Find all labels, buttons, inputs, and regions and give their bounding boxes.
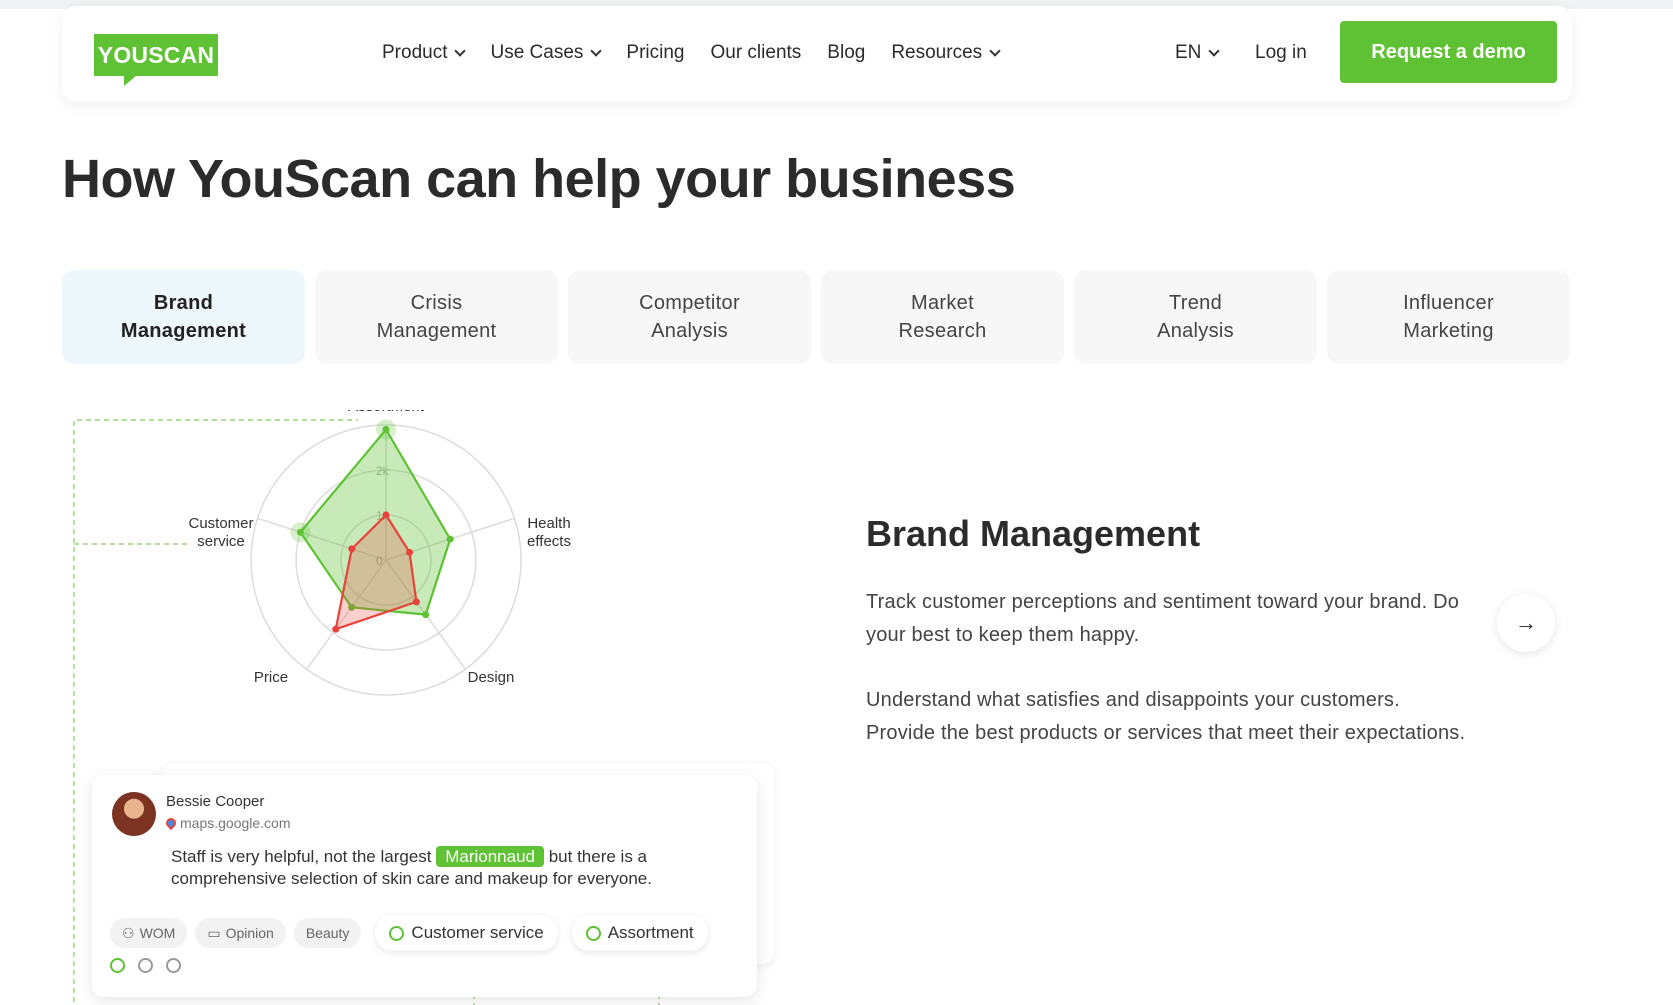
nav-resources[interactable]: Resources: [891, 42, 1001, 64]
radar-point: [296, 528, 304, 536]
tab-label-line2: Analysis: [651, 320, 728, 342]
mention-author: Bessie Cooper: [166, 793, 265, 810]
chevron-down-icon: [1208, 45, 1221, 57]
use-case-tabs: Brand Management Crisis Management Competi…: [62, 270, 1570, 364]
topic-label: Assortment: [607, 923, 694, 942]
neutral-sentiment-icon[interactable]: [138, 958, 153, 973]
tag-label: Beauty: [305, 925, 350, 941]
radar-point: [446, 535, 454, 543]
tag-label: Opinion: [225, 925, 274, 941]
page-title: How YouScan can help your business: [62, 149, 1016, 209]
topic-assortment[interactable]: Assortment: [571, 915, 708, 951]
mention-card[interactable]: Bessie Cooper maps.google.com Staff is v…: [92, 775, 757, 997]
youscan-logo[interactable]: YOUSCAN: [94, 34, 218, 86]
tab-competitor-analysis[interactable]: Competitor Analysis: [568, 270, 811, 364]
negative-sentiment-icon[interactable]: [166, 958, 181, 973]
mention-text: Staff is very helpful, not the largest M…: [171, 846, 731, 890]
radar-point: [382, 511, 390, 519]
chevron-down-icon: [454, 45, 467, 57]
radar-point: [348, 545, 356, 553]
tab-label-line2: Management: [376, 320, 497, 342]
positive-sentiment-icon[interactable]: [110, 958, 125, 973]
radar-axis-label: Price: [254, 669, 288, 686]
radar-point: [332, 625, 340, 633]
chevron-down-icon: [989, 45, 1001, 57]
radar-axis-label: Assortment: [348, 410, 425, 415]
panel-paragraph-1: Track customer perceptions and sentiment…: [866, 591, 1460, 646]
mention-source: maps.google.com: [163, 815, 291, 831]
tab-label-line1: Crisis: [410, 292, 463, 314]
panel-paragraph-2: Understand what satisfies and disappoint…: [866, 689, 1466, 744]
mention-text-before: Staff is very helpful, not the largest: [171, 847, 437, 866]
tab-influencer-marketing[interactable]: Influencer Marketing: [1327, 270, 1570, 364]
tab-label-line1: Market: [911, 292, 974, 314]
nav-our-clients-label: Our clients: [710, 42, 802, 63]
nav-blog[interactable]: Blog: [827, 42, 865, 64]
tab-label-line2: Marketing: [1403, 320, 1494, 342]
tag-beauty[interactable]: Beauty: [293, 918, 362, 948]
topic-customer-service[interactable]: Customer service: [375, 915, 558, 951]
positive-sentiment-icon: [585, 925, 601, 941]
mention-tags: ⚇ WOM ▭ Opinion Beauty Customer service As…: [110, 915, 708, 951]
positive-sentiment-icon: [389, 925, 405, 941]
radar-axis-label: Customer service: [188, 515, 253, 550]
topic-label: Customer service: [411, 923, 544, 942]
tag-wom[interactable]: ⚇ WOM: [110, 918, 188, 948]
language-label: EN: [1175, 42, 1202, 63]
tab-label-line2: Research: [898, 320, 987, 342]
comment-icon: ▭: [207, 924, 221, 941]
tab-label-line2: Management: [120, 320, 247, 342]
nav-our-clients[interactable]: Our clients: [710, 42, 801, 64]
tag-label: WOM: [139, 925, 176, 941]
panel-title: Brand Management: [866, 513, 1201, 554]
brand-management-illustration: 01k2k AssortmentHealtheffectsDesignPrice…: [62, 410, 782, 1005]
login-link[interactable]: Log in: [1255, 42, 1307, 64]
tab-crisis-management[interactable]: Crisis Management: [315, 270, 558, 364]
map-pin-icon: [163, 815, 179, 831]
nav-product[interactable]: Product: [382, 42, 467, 64]
nav-pricing[interactable]: Pricing: [626, 42, 684, 64]
main-nav: Product Use Cases Pricing Our clients Bl…: [382, 42, 1025, 64]
tab-label-line2: Analysis: [1157, 320, 1234, 342]
sentiment-selector: [110, 958, 181, 973]
site-header: YOUSCAN Product Use Cases Pricing Our cl…: [62, 6, 1572, 102]
tab-label-line1: Influencer: [1403, 292, 1494, 314]
nav-resources-label: Resources: [891, 42, 983, 63]
tab-label-line1: Brand: [153, 292, 214, 314]
request-demo-button[interactable]: Request a demo: [1340, 21, 1557, 83]
tag-opinion[interactable]: ▭ Opinion: [195, 918, 286, 948]
avatar: [112, 792, 156, 836]
radar-axis-label: Health effects: [527, 515, 571, 550]
nav-use-cases[interactable]: Use Cases: [490, 42, 603, 64]
nav-blog-label: Blog: [827, 42, 866, 63]
people-icon: ⚇: [122, 924, 135, 941]
tab-trend-analysis[interactable]: Trend Analysis: [1074, 270, 1317, 364]
language-selector[interactable]: EN: [1175, 42, 1221, 64]
tab-brand-management[interactable]: Brand Management: [62, 270, 305, 364]
radar-axis-label: Design: [468, 669, 515, 686]
brand-highlight: Marionnaud: [436, 846, 544, 867]
nav-use-cases-label: Use Cases: [490, 42, 584, 63]
arrow-right-icon: →: [1515, 610, 1537, 635]
radar-point: [406, 548, 414, 556]
radar-point: [412, 598, 420, 606]
tab-label-line1: Competitor: [639, 292, 740, 314]
chevron-down-icon: [590, 45, 603, 57]
tab-label-line1: Trend: [1168, 292, 1222, 314]
tab-market-research[interactable]: Market Research: [821, 270, 1064, 364]
nav-pricing-label: Pricing: [626, 42, 685, 63]
mention-source-label: maps.google.com: [180, 815, 291, 831]
nav-product-label: Product: [382, 42, 448, 63]
radar-point: [422, 611, 430, 619]
radar-point: [382, 426, 390, 433]
next-arrow-button[interactable]: →: [1497, 594, 1555, 652]
